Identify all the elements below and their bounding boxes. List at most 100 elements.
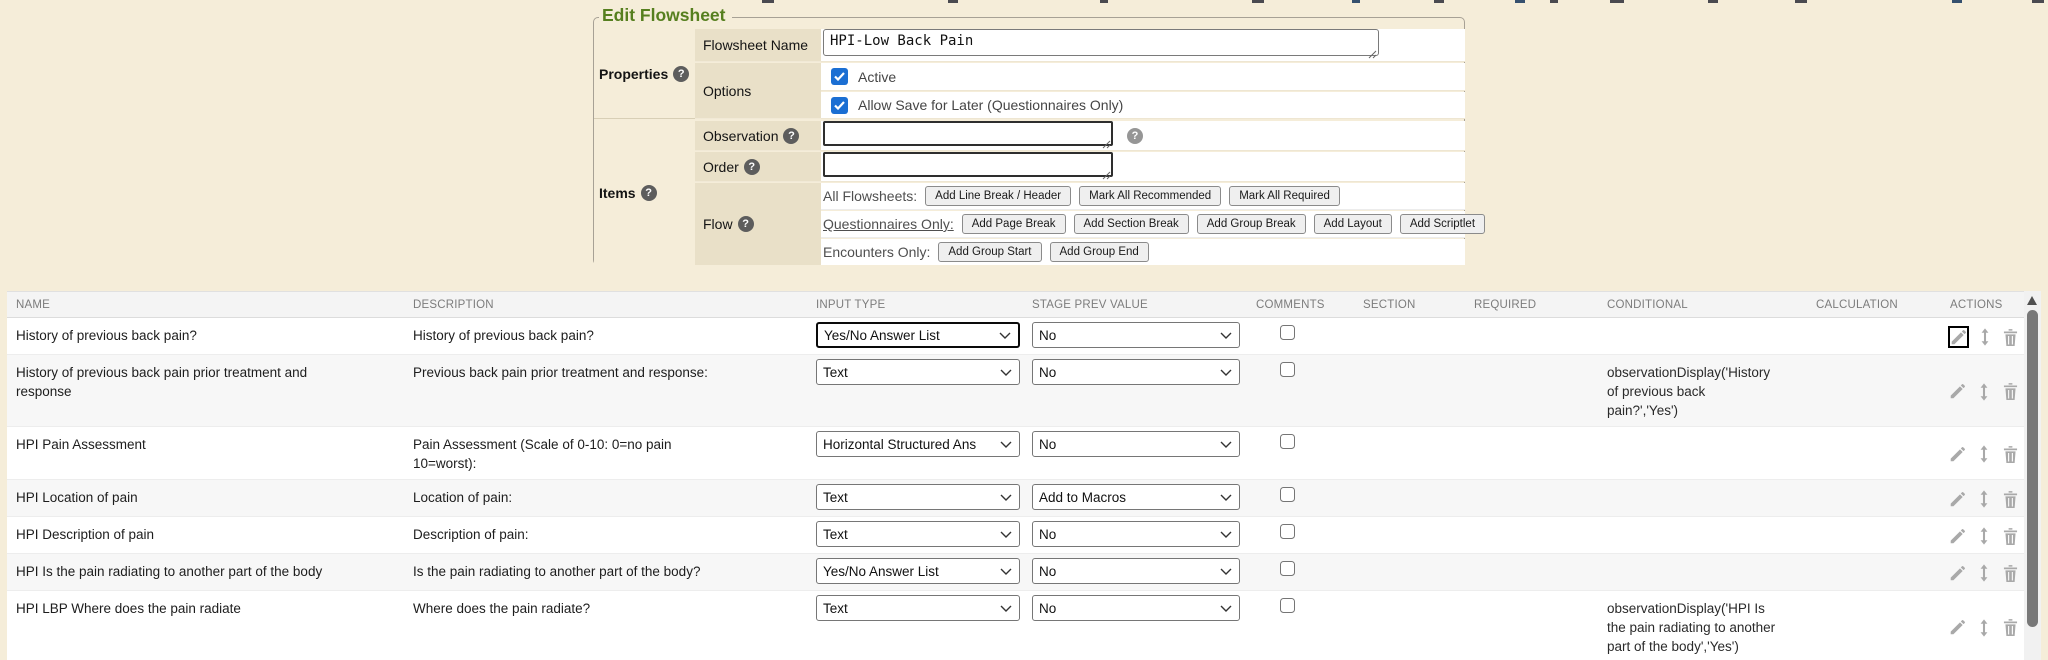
delete-trash-icon[interactable]	[2001, 525, 2020, 547]
chevron-down-icon	[1000, 568, 1012, 575]
order-label-cell: Order ?	[695, 152, 821, 182]
delete-trash-icon[interactable]	[2001, 443, 2020, 465]
comments-checkbox[interactable]	[1280, 561, 1295, 576]
chevron-down-icon	[1000, 605, 1012, 612]
edit-pencil-icon[interactable]	[1948, 562, 1967, 584]
input-type-select[interactable]: Text	[816, 359, 1020, 385]
required-cell	[1468, 480, 1601, 494]
input-type-select[interactable]: Horizontal Structured Ans	[816, 431, 1020, 457]
stage-prev-value-select[interactable]: No	[1032, 359, 1240, 385]
chevron-down-icon	[1220, 494, 1232, 501]
mark-all-recommended-button[interactable]: Mark All Recommended	[1079, 186, 1221, 206]
edit-pencil-icon[interactable]	[1948, 617, 1967, 639]
edit-pencil-icon[interactable]	[1948, 488, 1967, 510]
input-type-select[interactable]: Yes/No Answer List	[816, 322, 1020, 348]
stage-prev-value-select[interactable]: No	[1032, 521, 1240, 547]
chevron-down-icon	[1220, 605, 1232, 612]
input-type-select[interactable]: Text	[816, 521, 1020, 547]
chevron-down-icon	[1220, 568, 1232, 575]
delete-trash-icon[interactable]	[2001, 617, 2020, 639]
edit-pencil-icon[interactable]	[1948, 381, 1967, 403]
scroll-up-arrow-icon[interactable]	[2027, 296, 2037, 305]
move-updown-arrow-icon[interactable]	[1974, 488, 1993, 510]
observation-help-icon[interactable]: ?	[783, 128, 799, 144]
comments-checkbox[interactable]	[1280, 434, 1295, 449]
item-name-cell: History of previous back pain prior trea…	[7, 355, 407, 407]
stage-prev-value-select[interactable]: No	[1032, 431, 1240, 457]
comments-checkbox[interactable]	[1280, 598, 1295, 613]
edit-pencil-icon[interactable]	[1948, 326, 1969, 348]
column-header-name: NAME	[7, 299, 407, 311]
comments-checkbox[interactable]	[1280, 362, 1295, 377]
section-cell	[1357, 591, 1468, 605]
flowsheet-name-input[interactable]: HPI-Low Back Pain	[823, 29, 1379, 56]
observation-row: ?	[821, 121, 1465, 151]
move-updown-arrow-icon[interactable]	[1974, 562, 1993, 584]
input-type-select[interactable]: Text	[816, 595, 1020, 621]
vertical-scrollbar[interactable]	[2024, 291, 2041, 660]
comments-cell	[1250, 517, 1357, 550]
delete-trash-icon[interactable]	[2001, 562, 2020, 584]
input-type-cell: Horizontal Structured Ans	[810, 427, 1026, 463]
items-group-cell: Items ?	[594, 120, 695, 265]
move-updown-arrow-icon[interactable]	[1974, 617, 1993, 639]
column-header-input-type: INPUT TYPE	[810, 299, 1026, 311]
delete-trash-icon[interactable]	[2001, 488, 2020, 510]
add-group-end-button[interactable]: Add Group End	[1050, 242, 1149, 262]
flow-label: Flow	[703, 216, 733, 232]
comments-checkbox[interactable]	[1280, 524, 1295, 539]
add-section-break-button[interactable]: Add Section Break	[1074, 214, 1189, 234]
move-updown-arrow-icon[interactable]	[1974, 381, 1993, 403]
input-type-select[interactable]: Yes/No Answer List	[816, 558, 1020, 584]
input-type-cell: Text	[810, 355, 1026, 391]
add-scriptlet-button[interactable]: Add Scriptlet	[1400, 214, 1485, 234]
add-line-break-header-button[interactable]: Add Line Break / Header	[925, 186, 1071, 206]
add-page-break-button[interactable]: Add Page Break	[962, 214, 1066, 234]
table-row: HPI Location of pain Location of pain: T…	[7, 480, 2024, 517]
delete-trash-icon[interactable]	[2002, 326, 2021, 348]
edit-pencil-icon[interactable]	[1948, 525, 1967, 547]
mark-all-required-button[interactable]: Mark All Required	[1229, 186, 1340, 206]
order-input[interactable]	[823, 152, 1113, 177]
input-type-select[interactable]: Text	[816, 484, 1020, 510]
table-row: History of previous back pain? History o…	[7, 318, 2024, 355]
add-group-start-button[interactable]: Add Group Start	[938, 242, 1041, 262]
stage-prev-value-select[interactable]: No	[1032, 322, 1240, 348]
order-help-icon[interactable]: ?	[744, 159, 760, 175]
stage-prev-value-select[interactable]: No	[1032, 595, 1240, 621]
active-checkbox[interactable]	[831, 68, 848, 85]
flow-questionnaires-row: Questionnaires Only: Add Page Break Add …	[821, 211, 1465, 238]
observation-field-help-icon[interactable]: ?	[1127, 128, 1143, 144]
comments-cell	[1250, 355, 1357, 388]
actions-cell	[1944, 554, 2024, 590]
properties-help-icon[interactable]: ?	[673, 66, 689, 82]
add-layout-button[interactable]: Add Layout	[1314, 214, 1392, 234]
edit-pencil-icon[interactable]	[1948, 443, 1967, 465]
section-cell	[1357, 318, 1468, 332]
move-updown-arrow-icon[interactable]	[1974, 443, 1993, 465]
comments-checkbox[interactable]	[1280, 325, 1295, 340]
add-group-break-button[interactable]: Add Group Break	[1197, 214, 1306, 234]
section-cell	[1357, 554, 1468, 568]
stage-prev-value-cell: No	[1026, 318, 1250, 354]
comments-cell	[1250, 318, 1357, 351]
comments-checkbox[interactable]	[1280, 487, 1295, 502]
column-header-required: REQUIRED	[1468, 299, 1601, 311]
chevron-down-icon	[1220, 531, 1232, 538]
column-header-conditional: CONDITIONAL	[1601, 299, 1810, 311]
flowsheet-name-row: HPI-Low Back Pain	[821, 29, 1465, 62]
move-updown-arrow-icon[interactable]	[1976, 326, 1995, 348]
items-help-icon[interactable]: ?	[641, 185, 657, 201]
save-for-later-checkbox[interactable]	[831, 97, 848, 114]
stage-prev-value-select[interactable]: No	[1032, 558, 1240, 584]
required-cell	[1468, 517, 1601, 531]
observation-input[interactable]	[823, 121, 1113, 146]
scrollbar-thumb[interactable]	[2027, 310, 2038, 627]
input-type-cell: Text	[810, 480, 1026, 516]
properties-group-cell: Properties ?	[594, 29, 695, 119]
move-updown-arrow-icon[interactable]	[1974, 525, 1993, 547]
delete-trash-icon[interactable]	[2001, 381, 2020, 403]
chevron-down-icon	[1220, 369, 1232, 376]
stage-prev-value-select[interactable]: Add to Macros	[1032, 484, 1240, 510]
flow-help-icon[interactable]: ?	[738, 216, 754, 232]
